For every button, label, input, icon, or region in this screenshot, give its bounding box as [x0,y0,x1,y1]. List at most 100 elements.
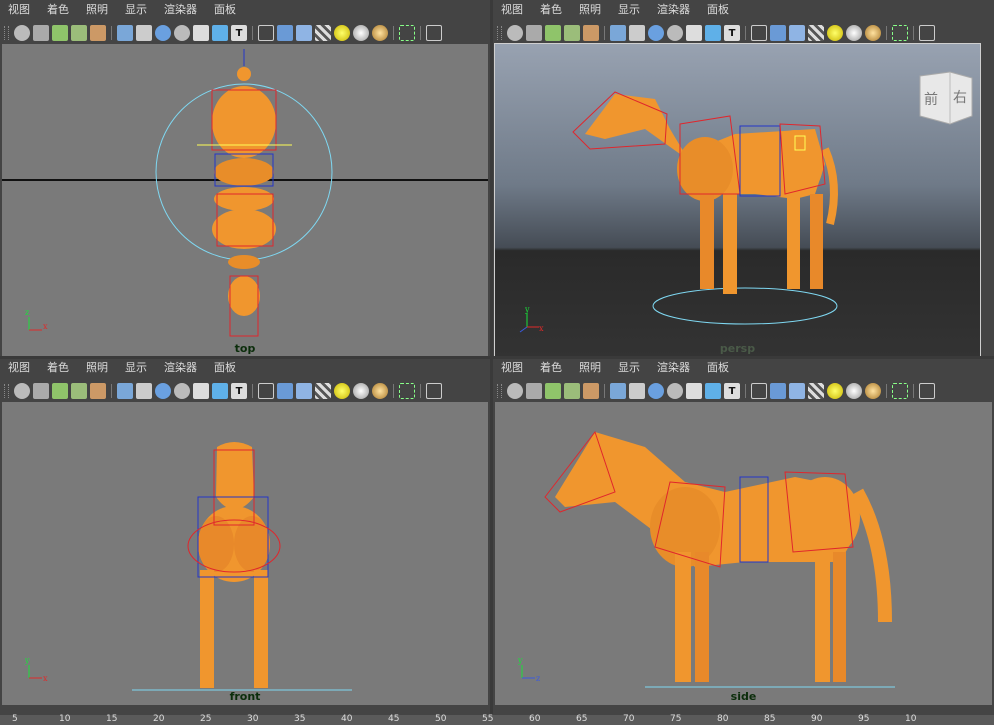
isolate-select-icon[interactable] [399,25,415,41]
select-camera-icon[interactable] [507,25,523,41]
bookmarks-icon[interactable] [52,383,68,399]
select-camera-icon[interactable] [14,25,30,41]
gate-mask-icon[interactable] [667,25,683,41]
wireframe-icon[interactable] [258,25,274,41]
camera-attributes-icon[interactable] [526,25,542,41]
grid-icon[interactable] [610,25,626,41]
field-chart-icon[interactable] [686,383,702,399]
safe-action-icon[interactable] [212,383,228,399]
grid-icon[interactable] [610,383,626,399]
bookmarks-icon[interactable] [52,25,68,41]
gate-mask-icon[interactable] [667,383,683,399]
ambient-occlusion-icon[interactable] [372,383,388,399]
film-gate-icon[interactable] [136,25,152,41]
ambient-occlusion-icon[interactable] [865,25,881,41]
image-plane-icon[interactable] [71,25,87,41]
menu-view[interactable]: 视图 [501,1,523,17]
toolbar-grip[interactable] [497,384,502,398]
wireframe-icon[interactable] [751,383,767,399]
textured-icon[interactable] [315,383,331,399]
select-camera-icon[interactable] [507,383,523,399]
menu-renderer[interactable]: 渲染器 [164,1,197,17]
use-all-lights-icon[interactable] [827,25,843,41]
field-chart-icon[interactable] [686,25,702,41]
menu-renderer[interactable]: 渲染器 [164,359,197,375]
menu-shading[interactable]: 着色 [47,359,69,375]
use-all-lights-icon[interactable] [334,383,350,399]
wireframe-on-shaded-icon[interactable] [296,25,312,41]
menu-lighting[interactable]: 照明 [86,1,108,17]
menu-renderer[interactable]: 渲染器 [657,1,690,17]
panel-divider-vertical[interactable] [490,0,493,725]
menu-panels[interactable]: 面板 [214,359,236,375]
toolbar-grip[interactable] [4,26,9,40]
safe-action-icon[interactable] [705,383,721,399]
camera-attributes-icon[interactable] [33,25,49,41]
use-all-lights-icon[interactable] [827,383,843,399]
wireframe-icon[interactable] [258,383,274,399]
field-chart-icon[interactable] [193,383,209,399]
safe-action-icon[interactable] [212,25,228,41]
wireframe-on-shaded-icon[interactable] [789,383,805,399]
grease-pencil-icon[interactable] [583,25,599,41]
shadows-icon[interactable] [846,25,862,41]
isolate-select-icon[interactable] [892,383,908,399]
resolution-gate-icon[interactable] [648,383,664,399]
bookmarks-icon[interactable] [545,383,561,399]
menu-lighting[interactable]: 照明 [86,359,108,375]
xray-icon[interactable] [919,25,935,41]
isolate-select-icon[interactable] [892,25,908,41]
menu-show[interactable]: 显示 [125,359,147,375]
image-plane-icon[interactable] [564,383,580,399]
text-safe-icon[interactable]: T [724,25,740,41]
image-plane-icon[interactable] [71,383,87,399]
shadows-icon[interactable] [353,383,369,399]
menu-lighting[interactable]: 照明 [579,359,601,375]
xray-icon[interactable] [919,383,935,399]
xray-icon[interactable] [426,25,442,41]
menu-view[interactable]: 视图 [501,359,523,375]
menu-panels[interactable]: 面板 [707,1,729,17]
menu-shading[interactable]: 着色 [47,1,69,17]
menu-show[interactable]: 显示 [618,1,640,17]
gate-mask-icon[interactable] [174,383,190,399]
grease-pencil-icon[interactable] [90,25,106,41]
wireframe-icon[interactable] [751,25,767,41]
panel-divider-horizontal[interactable] [0,356,994,359]
ambient-occlusion-icon[interactable] [372,25,388,41]
resolution-gate-icon[interactable] [648,25,664,41]
menu-shading[interactable]: 着色 [540,1,562,17]
gate-mask-icon[interactable] [174,25,190,41]
smooth-shade-icon[interactable] [770,25,786,41]
shadows-icon[interactable] [846,383,862,399]
film-gate-icon[interactable] [629,383,645,399]
toolbar-grip[interactable] [4,384,9,398]
select-camera-icon[interactable] [14,383,30,399]
isolate-select-icon[interactable] [399,383,415,399]
text-safe-icon[interactable]: T [231,383,247,399]
view-cube[interactable]: 前右 [916,66,976,126]
textured-icon[interactable] [808,25,824,41]
menu-show[interactable]: 显示 [125,1,147,17]
use-all-lights-icon[interactable] [334,25,350,41]
shadows-icon[interactable] [353,25,369,41]
bookmarks-icon[interactable] [545,25,561,41]
time-ruler[interactable]: 5 10 15 20 25 30 35 40 45 50 55 60 65 70 75 80 85 90 95 10 [0,714,994,725]
smooth-shade-icon[interactable] [770,383,786,399]
viewport-persp[interactable]: 前右 yx persp [494,43,981,358]
viewport-side[interactable]: yz side [495,402,992,705]
grid-icon[interactable] [117,25,133,41]
menu-shading[interactable]: 着色 [540,359,562,375]
resolution-gate-icon[interactable] [155,25,171,41]
menu-renderer[interactable]: 渲染器 [657,359,690,375]
wireframe-on-shaded-icon[interactable] [296,383,312,399]
xray-icon[interactable] [426,383,442,399]
resolution-gate-icon[interactable] [155,383,171,399]
grid-icon[interactable] [117,383,133,399]
menu-view[interactable]: 视图 [8,359,30,375]
menu-view[interactable]: 视图 [8,1,30,17]
menu-panels[interactable]: 面板 [707,359,729,375]
viewport-front[interactable]: yx front [2,402,488,705]
field-chart-icon[interactable] [193,25,209,41]
text-safe-icon[interactable]: T [231,25,247,41]
